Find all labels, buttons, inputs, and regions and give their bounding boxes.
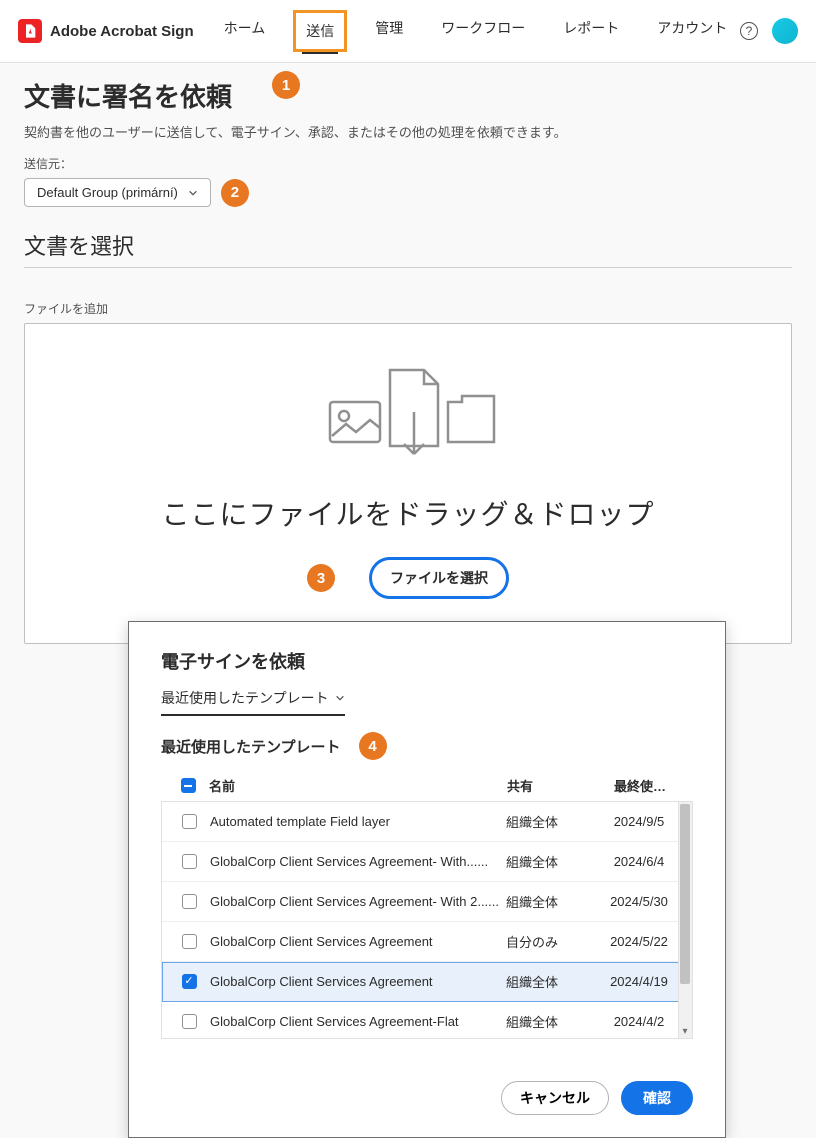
modal-tab-label: 最近使用したテンプレート — [161, 688, 329, 708]
template-modal: 電子サインを依頼 最近使用したテンプレート 最近使用したテンプレート 4 名前 … — [128, 621, 726, 1138]
page-subtitle: 契約書を他のユーザーに送信して、電子サイン、承認、またはその他の処理を依頼できま… — [24, 122, 792, 141]
row-date: 2024/9/5 — [598, 814, 680, 829]
nav-right: ? — [740, 18, 798, 44]
nav-home[interactable]: ホーム — [214, 10, 276, 52]
page-body: 文書に署名を依頼 1 契約書を他のユーザーに送信して、電子サイン、承認、またはそ… — [0, 63, 816, 684]
nav-send[interactable]: 送信 — [293, 10, 347, 52]
row-name: GlobalCorp Client Services Agreement- Wi… — [204, 854, 506, 869]
modal-title: 電子サインを依頼 — [161, 648, 693, 674]
row-name: GlobalCorp Client Services Agreement — [204, 974, 506, 989]
table-header: 名前 共有 最終使… — [161, 770, 693, 801]
row-checkbox[interactable] — [182, 854, 197, 869]
modal-tab-recent[interactable]: 最近使用したテンプレート — [161, 688, 345, 716]
scrollbar-track[interactable]: ▾ — [678, 802, 692, 1038]
send-from-label: 送信元： — [24, 155, 792, 172]
row-checkbox[interactable] — [182, 894, 197, 909]
row-date: 2024/6/4 — [598, 854, 680, 869]
scroll-down-icon[interactable]: ▾ — [678, 1024, 692, 1038]
row-checkbox[interactable] — [182, 934, 197, 949]
select-all-checkbox[interactable] — [181, 778, 196, 793]
callout-2: 2 — [221, 179, 249, 207]
nav-account[interactable]: アカウント — [647, 10, 737, 52]
scrollbar-thumb[interactable] — [680, 804, 690, 984]
cancel-button[interactable]: キャンセル — [501, 1081, 609, 1115]
row-share: 自分のみ — [506, 932, 598, 951]
row-share: 組織全体 — [506, 1012, 598, 1031]
nav-items: ホーム 送信 管理 ワークフロー レポート アカウント — [214, 10, 740, 52]
select-doc-title: 文書を選択 — [24, 229, 792, 268]
brand-text: Adobe Acrobat Sign — [50, 23, 194, 40]
col-share[interactable]: 共有 — [507, 776, 599, 795]
add-files-label: ファイルを追加 — [24, 300, 792, 317]
nav-manage[interactable]: 管理 — [365, 10, 413, 52]
page-title: 文書に署名を依頼 — [24, 77, 792, 114]
template-section-title: 最近使用したテンプレート — [161, 736, 341, 757]
col-last-used[interactable]: 最終使… — [599, 776, 681, 795]
table-row[interactable]: GlobalCorp Client Services Agreement- Wi… — [162, 842, 692, 882]
callout-1: 1 — [272, 71, 300, 99]
file-drop-area[interactable]: ここにファイルをドラッグ＆ドロップ 3 ファイルを選択 — [24, 323, 792, 644]
table-row[interactable]: GlobalCorp Client Services Agreement組織全体… — [162, 962, 692, 1002]
row-name: Automated template Field layer — [204, 814, 506, 829]
chevron-down-icon — [188, 188, 198, 198]
callout-3: 3 — [307, 564, 335, 592]
confirm-button[interactable]: 確認 — [621, 1081, 693, 1115]
table-row[interactable]: Automated template Field layer組織全体2024/9… — [162, 802, 692, 842]
row-share: 組織全体 — [506, 972, 598, 991]
row-checkbox[interactable] — [182, 1014, 197, 1029]
nav-workflow[interactable]: ワークフロー — [431, 10, 535, 52]
send-from-select[interactable]: Default Group (primární) — [24, 178, 211, 207]
row-date: 2024/5/22 — [598, 934, 680, 949]
table-row[interactable]: GlobalCorp Client Services Agreement- Wi… — [162, 882, 692, 922]
nav-report[interactable]: レポート — [553, 10, 629, 52]
table-row[interactable]: GlobalCorp Client Services Agreement自分のみ… — [162, 922, 692, 962]
acrobat-logo-icon — [18, 19, 42, 43]
col-name[interactable]: 名前 — [203, 776, 507, 795]
row-name: GlobalCorp Client Services Agreement- Wi… — [204, 894, 506, 909]
row-share: 組織全体 — [506, 852, 598, 871]
callout-4: 4 — [359, 732, 387, 760]
row-checkbox[interactable] — [182, 814, 197, 829]
row-name: GlobalCorp Client Services Agreement-Fla… — [204, 1014, 506, 1029]
template-modal-wrap: 電子サインを依頼 最近使用したテンプレート 最近使用したテンプレート 4 名前 … — [128, 621, 726, 1138]
help-icon[interactable]: ? — [740, 22, 758, 40]
drop-illustration-icon — [318, 368, 498, 468]
row-share: 組織全体 — [506, 812, 598, 831]
top-nav: Adobe Acrobat Sign ホーム 送信 管理 ワークフロー レポート… — [0, 0, 816, 63]
drop-text: ここにファイルをドラッグ＆ドロップ — [45, 493, 771, 533]
chevron-down-icon — [335, 693, 345, 703]
row-checkbox[interactable] — [182, 974, 197, 989]
row-share: 組織全体 — [506, 892, 598, 911]
table-row[interactable]: GlobalCorp Client Services Agreement-Fla… — [162, 1002, 692, 1039]
row-name: GlobalCorp Client Services Agreement — [204, 934, 506, 949]
avatar[interactable] — [772, 18, 798, 44]
modal-actions: キャンセル 確認 — [161, 1081, 693, 1115]
select-files-button[interactable]: ファイルを選択 — [369, 557, 509, 599]
send-from-value: Default Group (primární) — [37, 185, 178, 200]
row-date: 2024/4/2 — [598, 1014, 680, 1029]
table-body: Automated template Field layer組織全体2024/9… — [161, 801, 693, 1039]
row-date: 2024/4/19 — [598, 974, 680, 989]
row-date: 2024/5/30 — [598, 894, 680, 909]
